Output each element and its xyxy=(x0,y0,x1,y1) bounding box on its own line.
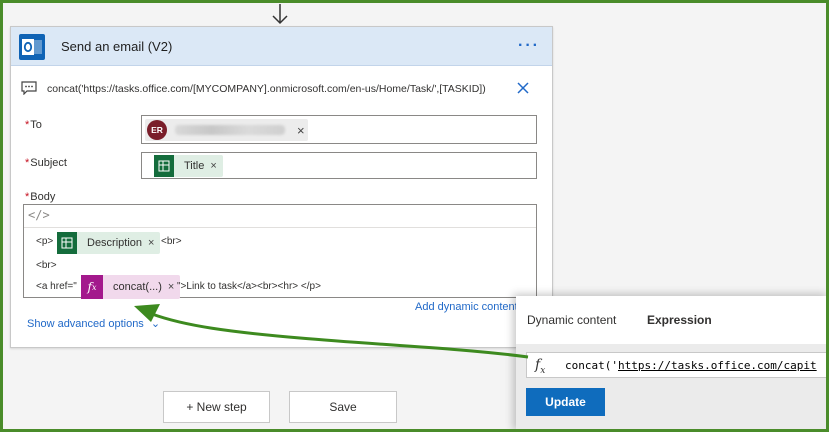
outlook-icon xyxy=(19,34,45,60)
comment-icon xyxy=(21,81,37,95)
close-comment-icon[interactable] xyxy=(515,80,531,96)
description-token[interactable]: Description × xyxy=(57,232,161,254)
remove-subject-token-icon[interactable]: × xyxy=(210,160,216,172)
body-editor[interactable]: </> <p> Description × <br> <br> <a href=… xyxy=(23,204,537,299)
more-options-icon[interactable]: ··· xyxy=(518,37,540,55)
show-advanced-options-link[interactable]: Show advanced options ⌄ xyxy=(27,317,160,330)
fx-icon: fx xyxy=(535,357,546,376)
subject-token-label: Title xyxy=(184,160,205,172)
subject-label: *Subject xyxy=(25,157,67,169)
comment-text[interactable]: concat('https://tasks.office.com/[MYCOMP… xyxy=(47,83,486,95)
add-dynamic-content-link[interactable]: Add dynamic content xyxy=(415,301,518,313)
to-label-text: To xyxy=(30,119,42,131)
body-label-text: Body xyxy=(30,191,56,203)
save-button[interactable]: Save xyxy=(289,391,397,423)
expression-url: https://tasks.office.com/capit xyxy=(617,359,817,372)
body-label: *Body xyxy=(25,191,55,203)
required-mark: * xyxy=(25,157,30,169)
body-line2: <br> xyxy=(36,260,57,271)
subject-field[interactable]: Title × xyxy=(141,152,537,179)
to-recipient-token: ER × xyxy=(145,119,308,141)
recipient-name-redacted xyxy=(175,125,285,135)
subject-title-token[interactable]: Title × xyxy=(154,155,223,177)
send-email-action-card: Send an email (V2) ··· concat('https://t… xyxy=(10,26,553,348)
body-line1-prefix: <p> xyxy=(36,236,54,247)
required-mark: * xyxy=(25,119,30,131)
expression-text: concat('https://tasks.office.com/capit xyxy=(565,359,817,372)
chevron-down-icon: ⌄ xyxy=(150,318,161,330)
expression-input[interactable]: fx concat('https://tasks.office.com/capi… xyxy=(526,352,829,378)
body-line3-prefix: <a href=" xyxy=(36,281,77,292)
editor-toolbar-divider xyxy=(24,227,536,228)
card-title: Send an email (V2) xyxy=(61,39,173,54)
to-field[interactable]: ER × xyxy=(141,115,537,144)
tab-dynamic-content[interactable]: Dynamic content xyxy=(527,313,616,327)
sharepoint-icon xyxy=(57,232,77,254)
card-header[interactable]: Send an email (V2) ··· xyxy=(11,27,552,66)
subject-label-text: Subject xyxy=(30,157,67,169)
description-token-label: Description xyxy=(87,237,143,249)
show-advanced-label: Show advanced options xyxy=(27,318,144,330)
avatar: ER xyxy=(147,120,167,140)
to-label: *To xyxy=(25,119,42,131)
update-button[interactable]: Update xyxy=(526,388,605,416)
remove-concat-token-icon[interactable]: × xyxy=(168,281,174,293)
flow-down-arrow-icon xyxy=(272,4,288,25)
expression-fx-icon: fx xyxy=(81,275,103,299)
concat-token-label: concat(...) xyxy=(113,281,162,293)
new-step-button[interactable]: + New step xyxy=(163,391,270,423)
dynamic-content-panel: Dynamic content Expression fx concat('ht… xyxy=(516,296,829,432)
tab-expression[interactable]: Expression xyxy=(647,313,712,327)
concat-expression-token[interactable]: fx concat(...) × xyxy=(81,275,181,299)
remove-description-token-icon[interactable]: × xyxy=(148,237,154,249)
body-line1-suffix: <br> xyxy=(161,236,182,247)
expression-area: fx concat('https://tasks.office.com/capi… xyxy=(516,344,829,432)
body-line3-suffix: ">Link to task</a><br><hr> </p> xyxy=(177,281,321,292)
expression-prefix: concat(' xyxy=(565,359,618,372)
remove-recipient-icon[interactable]: × xyxy=(297,123,305,138)
required-mark: * xyxy=(25,191,30,203)
sharepoint-icon xyxy=(154,155,174,177)
code-view-toggle-icon[interactable]: </> xyxy=(28,208,50,222)
comment-row: concat('https://tasks.office.com/[MYCOMP… xyxy=(21,77,541,101)
